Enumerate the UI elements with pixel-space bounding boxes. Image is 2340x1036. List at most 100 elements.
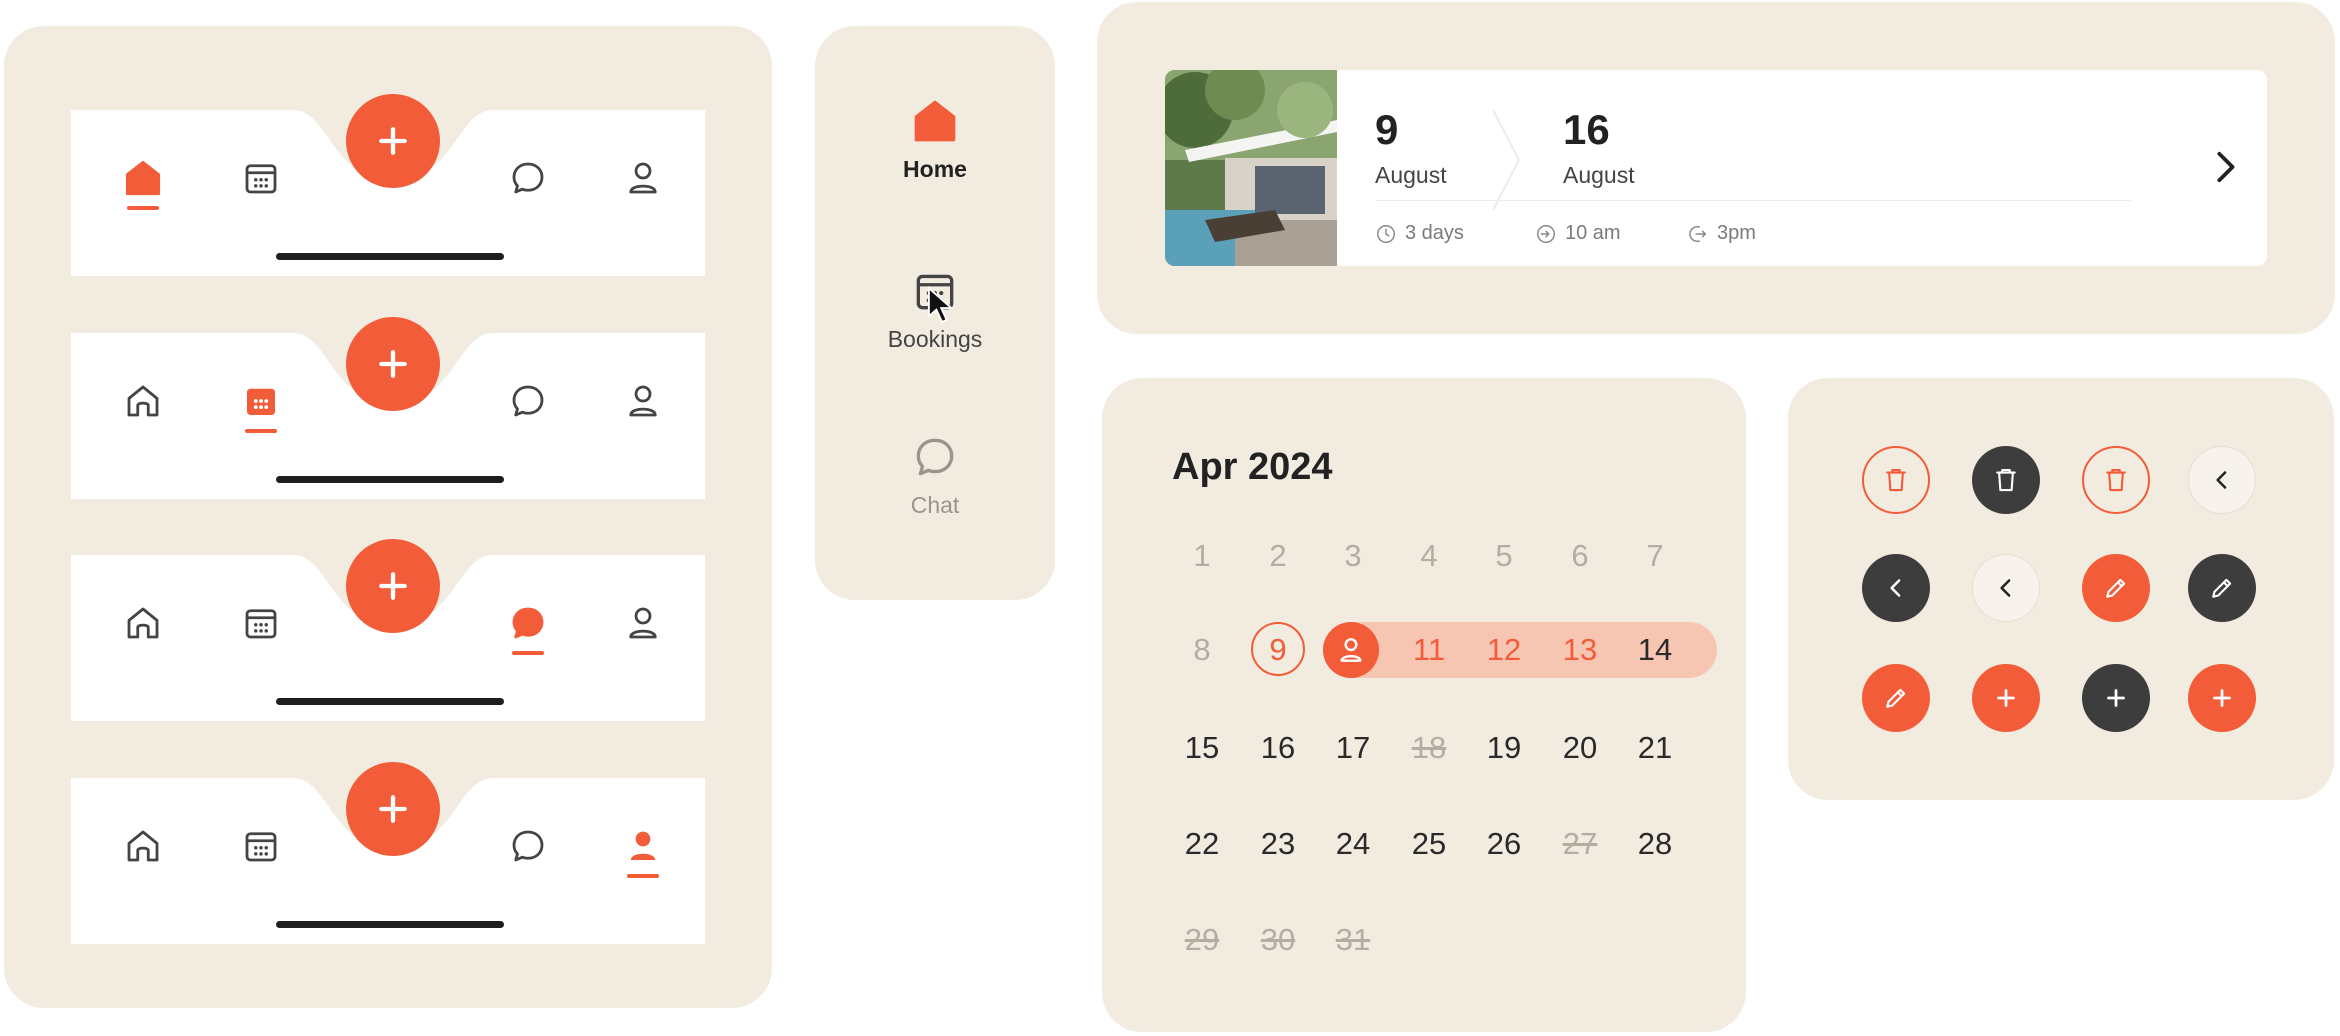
calendar-icon — [245, 609, 277, 639]
calendar-day[interactable]: 15 — [1172, 720, 1232, 776]
tab-home[interactable] — [113, 371, 173, 431]
calendar-day[interactable]: 23 — [1248, 816, 1308, 872]
calendar-day[interactable]: 28 — [1625, 816, 1685, 872]
home-icon — [127, 830, 159, 862]
calendar-day-in-range[interactable]: 11 — [1399, 622, 1459, 678]
stay-duration: 3 days — [1375, 222, 1464, 245]
plus-icon — [379, 350, 407, 378]
plus-icon — [379, 795, 407, 823]
nav-bars-panel — [4, 26, 772, 1008]
calendar-day[interactable]: 22 — [1172, 816, 1232, 872]
tab-profile[interactable] — [613, 816, 673, 878]
calendar-day[interactable]: 24 — [1323, 816, 1383, 872]
tab-chat[interactable] — [498, 593, 558, 655]
add-button[interactable] — [2188, 664, 2256, 732]
clock-icon — [1377, 224, 1395, 243]
duration-text: 3 days — [1405, 222, 1464, 244]
tab-bookings[interactable] — [231, 371, 291, 433]
profile-icon — [629, 385, 657, 417]
range-start-marker[interactable] — [1323, 622, 1379, 678]
calendar-panel: Apr 2024 1 2 3 4 5 6 7 8 9 11 12 13 14 1… — [1102, 378, 1746, 1032]
tab-bookings[interactable] — [231, 148, 291, 208]
divider — [1375, 200, 2131, 201]
home-icon — [914, 100, 956, 142]
calendar-day-in-range[interactable]: 13 — [1550, 622, 1610, 678]
tab-bookings[interactable] — [231, 593, 291, 653]
home-indicator — [276, 921, 504, 928]
checkin-time-text: 10 am — [1565, 222, 1621, 244]
calendar-day: 7 — [1646, 538, 1664, 573]
chevron-right-icon[interactable] — [2213, 150, 2237, 184]
tab-home[interactable] — [113, 148, 173, 210]
add-button[interactable] — [346, 94, 440, 188]
chevron-left-icon — [2000, 579, 2011, 597]
calendar-day-in-range[interactable]: 12 — [1474, 622, 1534, 678]
add-button[interactable] — [346, 539, 440, 633]
edit-button[interactable] — [2082, 554, 2150, 622]
home-indicator — [276, 698, 504, 705]
calendar-day[interactable]: 25 — [1399, 816, 1459, 872]
calendar-day[interactable]: 17 — [1323, 720, 1383, 776]
calendar-day-unavailable: 30 — [1260, 922, 1296, 957]
tab-home[interactable] — [113, 816, 173, 876]
plus-icon — [2213, 689, 2231, 707]
home-icon — [125, 160, 161, 196]
pencil-icon — [1886, 688, 1906, 708]
bottom-nav-bar-chat-active — [71, 539, 705, 721]
delete-button[interactable] — [1972, 446, 2040, 514]
trash-icon — [1996, 468, 2016, 492]
tab-profile[interactable] — [613, 593, 673, 653]
trash-icon — [2106, 468, 2126, 492]
chat-icon — [512, 607, 544, 639]
rail-item-chat[interactable]: Chat — [815, 432, 1055, 519]
calendar-day[interactable]: 21 — [1625, 720, 1685, 776]
add-button[interactable] — [1972, 664, 2040, 732]
profile-icon — [1340, 638, 1362, 662]
delete-button[interactable] — [1862, 446, 1930, 514]
check-in-icon — [1537, 224, 1555, 243]
calendar-day[interactable]: 19 — [1474, 720, 1534, 776]
add-button[interactable] — [346, 762, 440, 856]
tab-chat[interactable] — [498, 816, 558, 876]
trash-icon — [1886, 468, 1906, 492]
plus-icon — [379, 572, 407, 600]
rail-item-label: Home — [903, 156, 967, 182]
edit-button[interactable] — [1862, 664, 1930, 732]
tab-chat[interactable] — [498, 148, 558, 208]
rail-item-bookings[interactable]: Bookings — [815, 266, 1055, 353]
delete-button[interactable] — [2082, 446, 2150, 514]
edit-button[interactable] — [2188, 554, 2256, 622]
booking-card-panel: 9 August 16 August 3 days 10 am 3pm — [1097, 2, 2335, 334]
checkout-day: 16 — [1563, 106, 1610, 153]
checkout-time: 3pm — [1687, 222, 1756, 245]
bottom-nav-bar-profile-active — [71, 762, 705, 944]
home-icon — [127, 607, 159, 639]
calendar-day: 5 — [1495, 538, 1513, 573]
bottom-nav-bar-home-active — [71, 94, 705, 276]
tab-chat[interactable] — [498, 371, 558, 431]
back-button[interactable] — [1862, 554, 1930, 622]
add-button[interactable] — [2082, 664, 2150, 732]
back-button[interactable] — [1972, 554, 2040, 622]
calendar-icon — [245, 164, 277, 194]
booking-card[interactable]: 9 August 16 August 3 days 10 am 3pm — [1165, 70, 2267, 266]
calendar-day[interactable]: 16 — [1248, 720, 1308, 776]
tab-home[interactable] — [113, 593, 173, 653]
chat-icon — [916, 438, 954, 476]
profile-icon — [629, 607, 657, 639]
calendar-day-selected-start[interactable]: 9 — [1248, 622, 1308, 678]
tab-profile[interactable] — [613, 148, 673, 208]
icon-buttons-panel — [1788, 378, 2334, 800]
property-photo — [1165, 70, 1337, 266]
plus-icon — [379, 127, 407, 155]
tab-profile[interactable] — [613, 371, 673, 431]
add-button[interactable] — [346, 317, 440, 411]
back-button[interactable] — [2188, 446, 2256, 514]
calendar-day[interactable]: 20 — [1550, 720, 1610, 776]
calendar-day-unavailable: 29 — [1184, 922, 1220, 957]
rail-item-home[interactable]: Home — [815, 96, 1055, 183]
calendar-day: 3 — [1344, 538, 1362, 573]
calendar-day[interactable]: 14 — [1625, 622, 1685, 678]
calendar-day[interactable]: 26 — [1474, 816, 1534, 872]
tab-bookings[interactable] — [231, 816, 291, 876]
